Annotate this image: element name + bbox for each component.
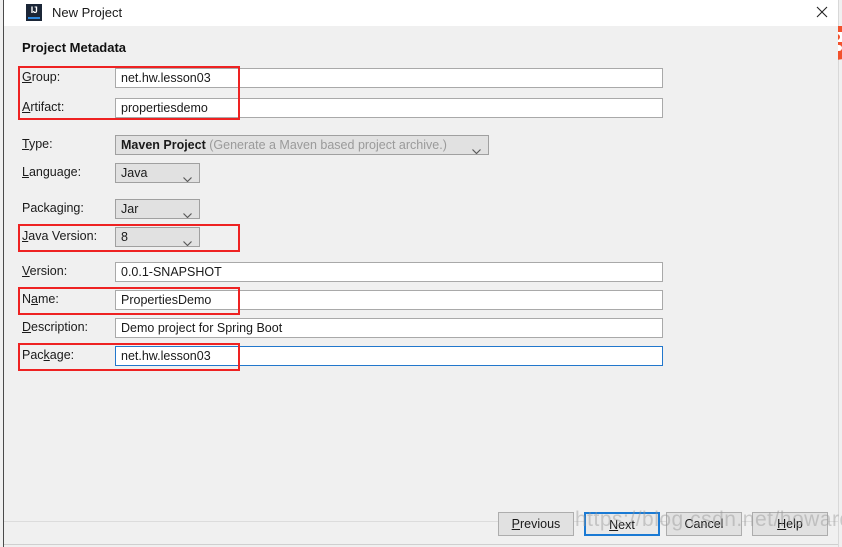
- label-package: Package:: [22, 348, 75, 362]
- input-package[interactable]: net.hw.lesson03: [115, 346, 663, 366]
- dropdown-packaging[interactable]: Jar: [115, 199, 200, 219]
- chevron-down-icon: [472, 142, 481, 154]
- input-version[interactable]: 0.0.1-SNAPSHOT: [115, 262, 663, 282]
- dropdown-type[interactable]: Maven Project (Generate a Maven based pr…: [115, 135, 489, 155]
- dropdown-hint-type: (Generate a Maven based project archive.…: [205, 138, 447, 152]
- next-button[interactable]: Next: [584, 512, 660, 536]
- input-description[interactable]: Demo project for Spring Boot: [115, 318, 663, 338]
- title-bar: IJ New Project: [4, 0, 838, 26]
- label-java-version: Java Version:: [22, 229, 98, 243]
- app-icon-underline: [28, 17, 40, 19]
- help-button[interactable]: Help: [752, 512, 828, 536]
- label-version: Version:: [22, 264, 68, 278]
- new-project-dialog: IJ New Project Project Metadata Group: ne…: [0, 0, 842, 547]
- input-name[interactable]: PropertiesDemo: [115, 290, 663, 310]
- chevron-down-icon: [183, 234, 192, 246]
- dropdown-value-java-version: 8: [121, 230, 128, 244]
- dropdown-language[interactable]: Java: [115, 163, 200, 183]
- dialog-content: Project Metadata Group: net.hw.lesson03 Ar…: [4, 26, 838, 521]
- label-packaging: Packaging:: [22, 201, 84, 215]
- previous-button[interactable]: Previous: [498, 512, 574, 536]
- chevron-down-icon: [183, 206, 192, 218]
- chevron-down-icon: [183, 170, 192, 182]
- window-title: New Project: [52, 5, 123, 20]
- label-language: Language:: [22, 165, 82, 179]
- label-group: Group:: [22, 70, 61, 84]
- dropdown-value-type: Maven Project: [121, 138, 206, 152]
- dropdown-java-version[interactable]: 8: [115, 227, 200, 247]
- input-artifact[interactable]: propertiesdemo: [115, 98, 663, 118]
- close-glyph: [816, 6, 828, 18]
- close-icon[interactable]: [802, 0, 842, 26]
- label-description: Description:: [22, 320, 89, 334]
- window-bottom-border: [4, 544, 838, 545]
- input-group[interactable]: net.hw.lesson03: [115, 68, 663, 88]
- label-artifact: Artifact:: [22, 100, 65, 114]
- intellij-idea-icon: IJ: [26, 4, 42, 21]
- label-type: Type:: [22, 137, 53, 151]
- app-icon-text: IJ: [30, 5, 38, 15]
- dropdown-value-language: Java: [121, 166, 148, 180]
- cancel-button[interactable]: Cancel: [666, 512, 742, 536]
- dropdown-value-packaging: Jar: [121, 202, 139, 216]
- window-right-border: [838, 0, 839, 547]
- page-title: Project Metadata: [22, 40, 127, 55]
- label-name: Name:: [22, 292, 59, 306]
